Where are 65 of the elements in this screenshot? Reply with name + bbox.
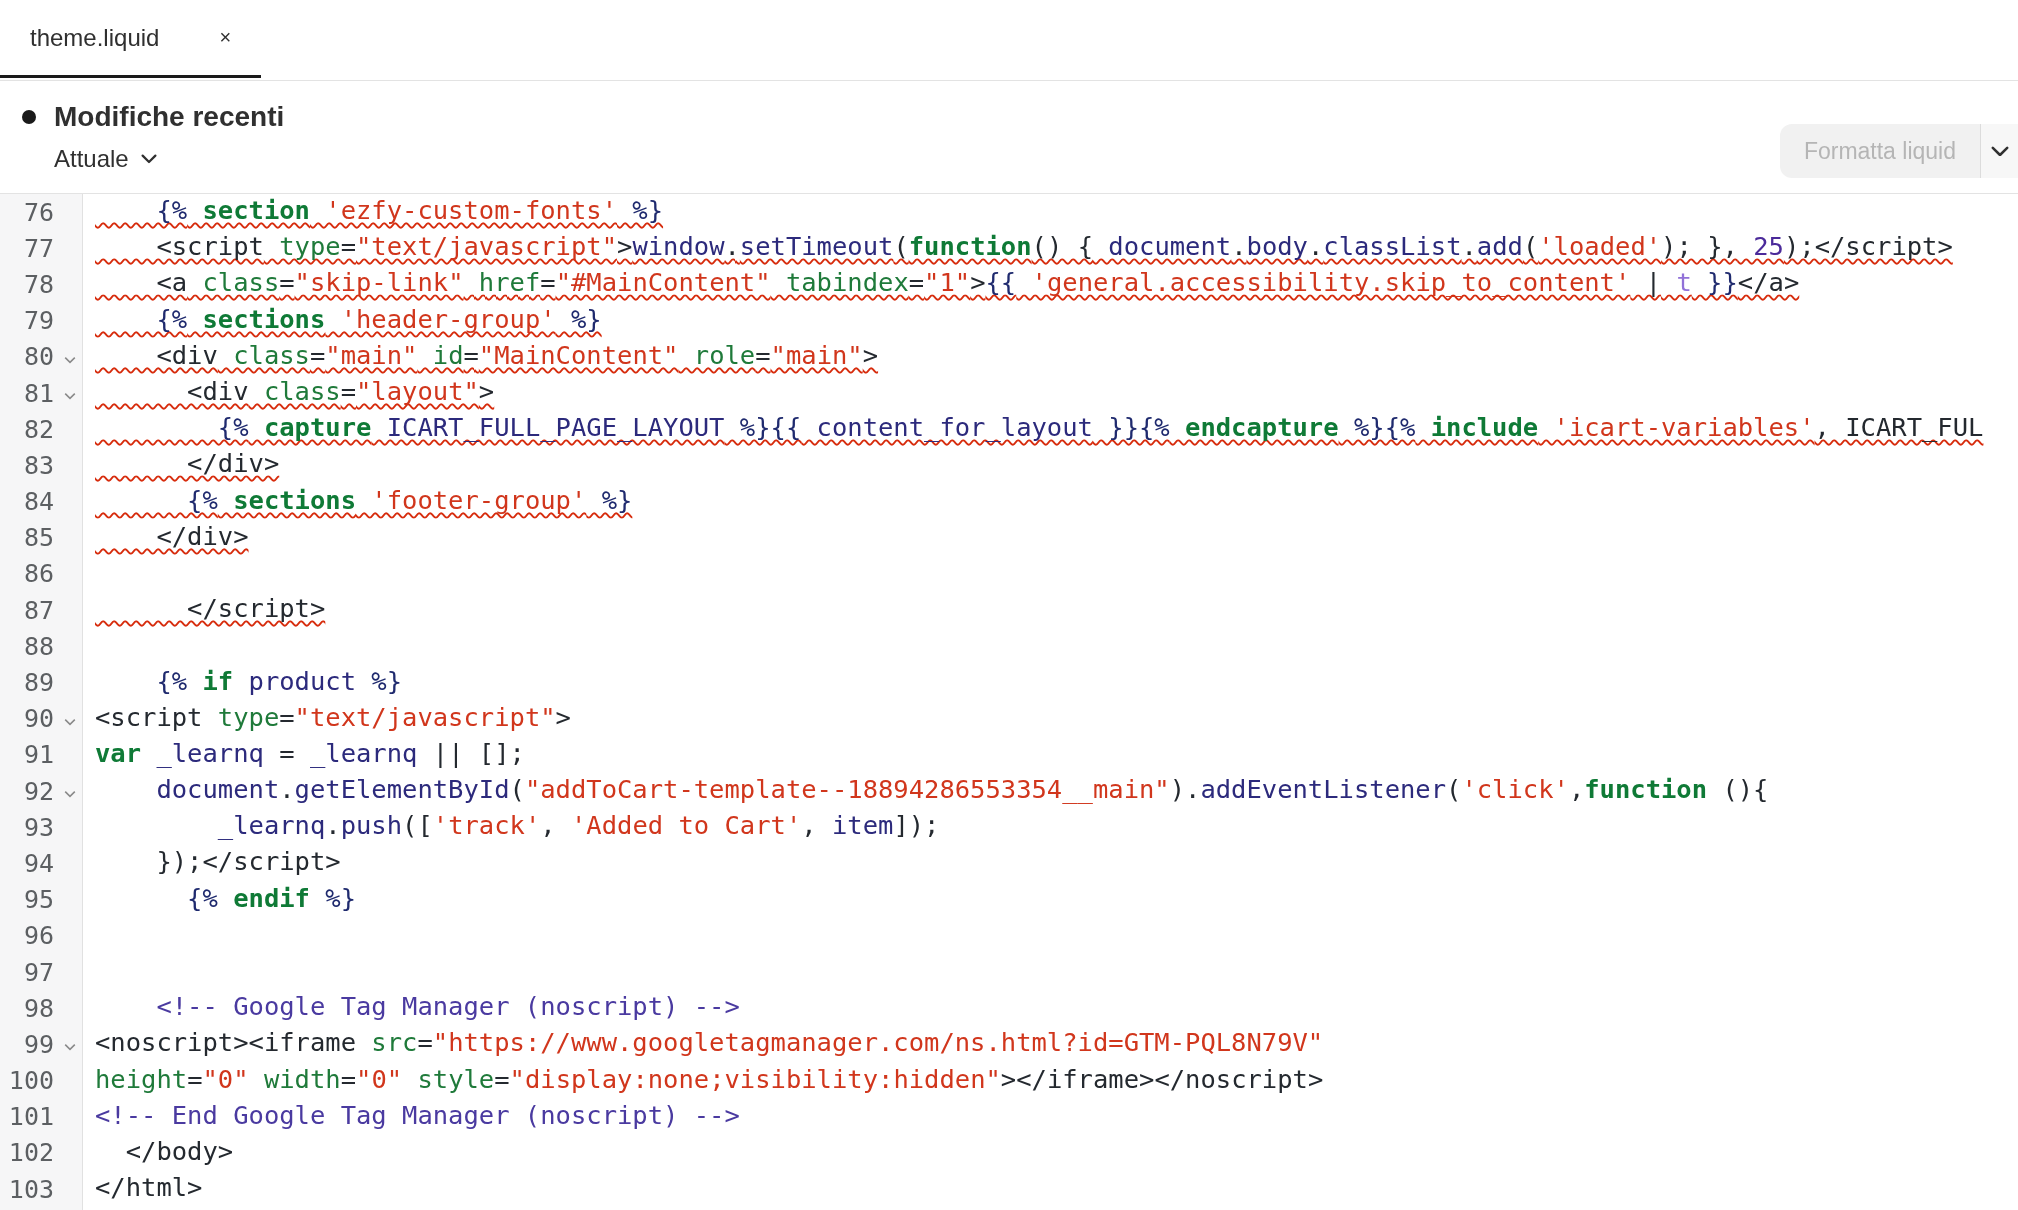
chevron-down-icon <box>1991 145 2009 157</box>
code-line: </body> <box>124 1135 234 1168</box>
code-line: document.getElementById("addToCart-template--18894286553354__main").addEventListener('click',function (){ <box>155 774 1769 807</box>
code-line: {% sections 'header-group' %} <box>155 303 602 336</box>
line-number: 86 <box>23 559 54 589</box>
code-line: <!-- Google Tag Manager (noscript) --> <box>155 991 740 1024</box>
line-number: 92 <box>23 776 54 806</box>
line-number: 79 <box>23 306 54 336</box>
line-number: 88 <box>23 631 54 661</box>
code-line: <!-- End Google Tag Manager (noscript) --> <box>94 1099 740 1132</box>
code-line: {% if product %} <box>155 665 403 698</box>
file-tab[interactable]: theme.liquid × <box>0 0 262 78</box>
code-line: {% endif %} <box>186 882 356 915</box>
line-number: 93 <box>23 812 54 842</box>
code-line: <script type="text/javascript"> <box>94 701 571 734</box>
line-number: 87 <box>23 595 54 625</box>
code-line: {% sections 'footer-group' %} <box>186 484 633 517</box>
code-line: </html> <box>94 1172 203 1205</box>
code-line: <noscript><iframe src="https://www.googletagmanager.com/ns.html?id=GTM-PQL8N79V" <box>94 1027 1324 1060</box>
code-line: </div> <box>155 520 249 553</box>
line-number: 77 <box>23 233 54 263</box>
line-number: 89 <box>23 668 54 698</box>
code-line: </div> <box>186 448 280 481</box>
line-number: 81 <box>23 378 54 408</box>
line-number: 101 <box>8 1102 54 1132</box>
fold-caret-icon[interactable] <box>64 391 76 400</box>
code-line: var _learnq = _learnq || []; <box>94 737 525 770</box>
line-number: 76 <box>23 197 54 227</box>
line-number: 90 <box>23 704 54 734</box>
fold-caret-icon[interactable] <box>64 1043 76 1052</box>
fold-caret-icon[interactable] <box>64 790 76 798</box>
line-number: 82 <box>23 414 54 444</box>
page-title: Modifiche recenti <box>54 101 285 133</box>
fold-caret-icon[interactable] <box>64 717 76 726</box>
line-number: 78 <box>23 269 54 299</box>
line-number: 95 <box>23 885 54 915</box>
line-number: 83 <box>23 450 54 480</box>
close-icon[interactable]: × <box>219 26 232 49</box>
code-line: height="0" width="0" style="display:none;visibility:hidden"></iframe></noscript> <box>94 1063 1324 1096</box>
line-number: 102 <box>8 1138 54 1168</box>
line-number: 91 <box>23 740 54 770</box>
line-number: 100 <box>8 1066 54 1096</box>
code-line: <script type="text/javascript">window.setTimeout(function() { document.body.classList.add('loaded'); }, 25);</script> <box>155 231 1953 264</box>
code-line: _learnq.push(['track', 'Added to Cart', item]); <box>216 810 940 843</box>
line-number: 97 <box>23 957 54 987</box>
fold-caret-icon[interactable] <box>64 355 76 364</box>
format-menu-button[interactable] <box>1980 124 2018 178</box>
code-line: <div class="main" id="MainContent" role="main"> <box>155 339 879 372</box>
version-dropdown[interactable]: Attuale <box>54 145 285 173</box>
line-number: 84 <box>23 487 54 517</box>
line-number: 80 <box>23 342 54 372</box>
chevron-down-icon <box>140 154 157 164</box>
line-number: 103 <box>8 1174 54 1204</box>
code-line: <a class="skip-link" href="#MainContent" tabindex="1">{{ 'general.accessibility.skip_to_content' | t }}</a> <box>155 267 1800 300</box>
code-line: {% section 'ezfy-custom-fonts' %} <box>155 195 664 228</box>
line-number: 94 <box>23 848 54 878</box>
code-line: });</script> <box>155 846 341 879</box>
line-number: 99 <box>23 1029 54 1059</box>
status-dot <box>22 110 36 124</box>
code-line: {% capture ICART_FULL_PAGE_LAYOUT %}{{ content_for_layout }}{% endcapture %}{% include 'icart-variables', ICART_FUL <box>216 412 1984 445</box>
line-number: 85 <box>23 523 54 553</box>
line-number: 96 <box>23 921 54 951</box>
code-line: </script> <box>186 593 326 626</box>
code-line: <div class="layout"> <box>186 376 495 409</box>
line-number: 98 <box>23 993 54 1023</box>
